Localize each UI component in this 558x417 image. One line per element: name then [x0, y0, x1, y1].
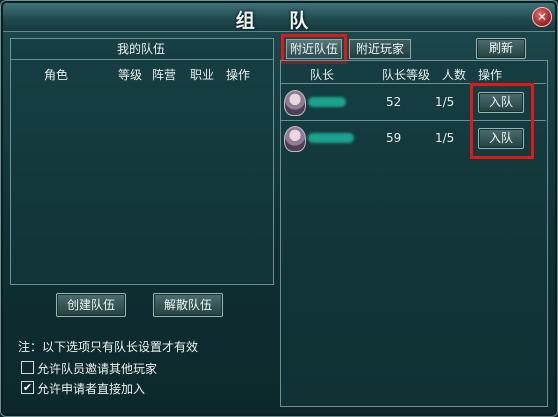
check-icon: ✔	[22, 381, 33, 394]
team-members: 1/5	[435, 95, 455, 109]
leader-level: 59	[386, 131, 402, 145]
auto-accept-label: 允许申请者直接加入	[37, 382, 146, 396]
allow-invite-checkbox[interactable]	[21, 361, 34, 374]
close-icon[interactable]: ✕	[532, 7, 552, 27]
column-action: 操作	[226, 68, 251, 82]
column-operation: 操作	[478, 68, 503, 82]
column-role: 角色	[44, 68, 69, 82]
window-title: 组 队	[235, 10, 323, 32]
column-class: 职业	[190, 68, 215, 82]
column-leader: 队长	[310, 68, 335, 82]
auto-accept-checkbox[interactable]: ✔	[21, 381, 34, 394]
leader-level: 52	[386, 95, 402, 109]
tab-nearby-players[interactable]: 附近玩家	[349, 39, 411, 59]
refresh-button[interactable]: 刷新	[476, 38, 526, 59]
column-camp: 阵营	[152, 68, 177, 82]
leader-only-note: 注：以下选项只有队长设置才有效	[18, 340, 199, 354]
nearby-column-headers: 队长 队长等级 人数 操作	[280, 66, 546, 82]
join-buttons-highlight	[470, 83, 534, 159]
leader-avatar	[284, 126, 306, 152]
my-team-title: 我的队伍	[116, 42, 165, 56]
allow-invite-label: 允许队员邀请其他玩家	[37, 362, 158, 376]
leader-name-redacted	[308, 97, 346, 107]
column-leader-level: 队长等级	[382, 68, 431, 82]
title-bar[interactable]: 组 队 ✕	[3, 3, 555, 32]
disband-team-button[interactable]: 解散队伍	[153, 293, 223, 317]
column-members: 人数	[442, 68, 467, 82]
team-members: 1/5	[435, 131, 455, 145]
create-team-button[interactable]: 创建队伍	[56, 293, 126, 317]
column-level: 等级	[118, 68, 143, 82]
leader-avatar	[284, 90, 306, 116]
leader-name-redacted	[308, 133, 354, 143]
my-team-column-headers: 角色 等级 阵营 职业 操作	[10, 66, 272, 82]
my-team-title-divider	[10, 59, 274, 60]
